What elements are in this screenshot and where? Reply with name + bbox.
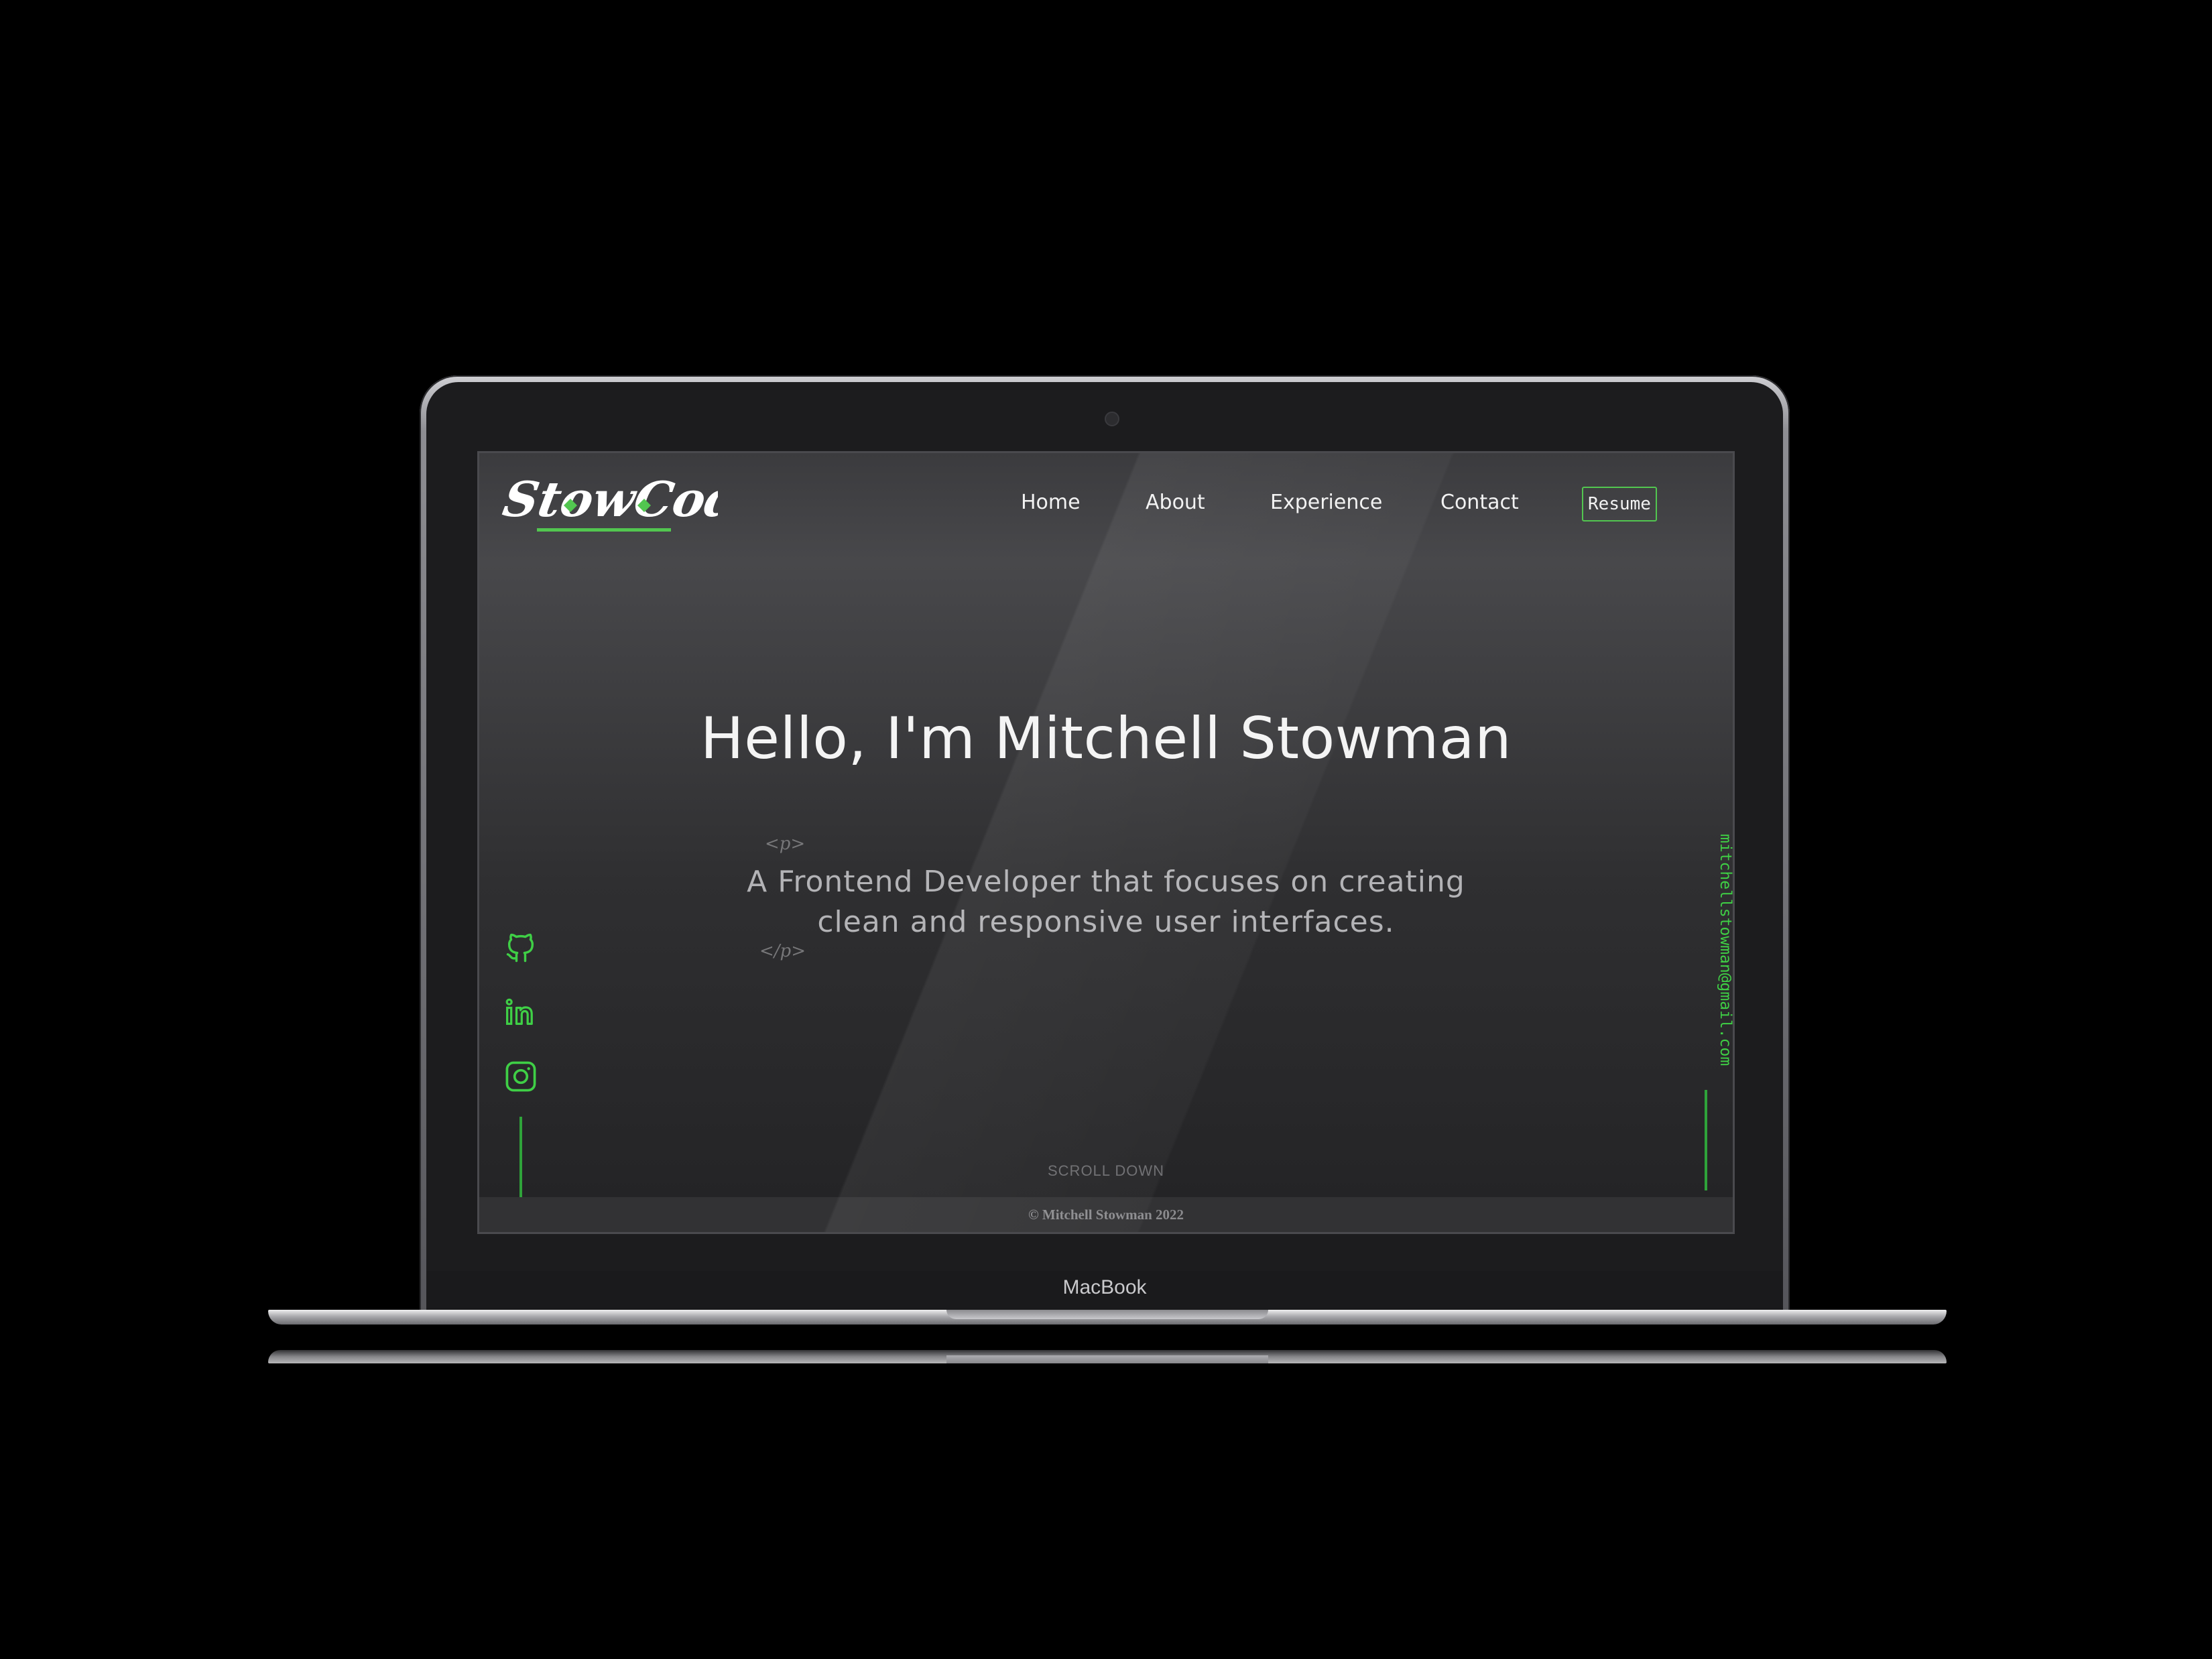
main-nav: Home About Experience Contact Resume xyxy=(479,487,1733,521)
device-label: MacBook xyxy=(1062,1276,1147,1298)
close-p-tag: </p> xyxy=(759,941,806,961)
linkedin-icon xyxy=(505,998,533,1025)
hero-subtitle-line-2: clean and responsive user interfaces. xyxy=(817,905,1395,939)
hero-subtitle: A Frontend Developer that focuses on cre… xyxy=(479,862,1733,942)
email-link[interactable]: mitchellstowman@gmail.com xyxy=(1717,834,1733,1066)
resume-button[interactable]: Resume xyxy=(1582,487,1657,521)
instagram-link[interactable] xyxy=(503,1059,538,1094)
nav-about[interactable]: About xyxy=(1146,491,1205,514)
laptop-notch xyxy=(946,1310,1268,1319)
laptop-reflection-notch xyxy=(946,1355,1268,1363)
instagram-icon xyxy=(505,1061,536,1092)
github-icon xyxy=(506,933,534,963)
screen-glare xyxy=(479,453,1733,1232)
hero-subtitle-line-1: A Frontend Developer that focuses on cre… xyxy=(747,865,1465,899)
hero-title: Hello, I'm Mitchell Stowman xyxy=(700,705,1512,772)
laptop-chin: MacBook xyxy=(426,1271,1783,1314)
nav-contact[interactable]: Contact xyxy=(1440,491,1519,514)
website-screen: StowCode Home About Experience Contact R… xyxy=(477,451,1735,1234)
nav-home[interactable]: Home xyxy=(1021,491,1081,514)
footer: © Mitchell Stowman 2022 xyxy=(479,1197,1733,1232)
linkedin-link[interactable] xyxy=(503,995,538,1030)
camera-icon xyxy=(1105,412,1119,426)
scroll-down-link[interactable]: SCROLL DOWN xyxy=(479,1162,1733,1180)
open-p-tag: <p> xyxy=(765,834,806,854)
nav-experience[interactable]: Experience xyxy=(1270,491,1382,514)
github-link[interactable] xyxy=(503,930,538,965)
